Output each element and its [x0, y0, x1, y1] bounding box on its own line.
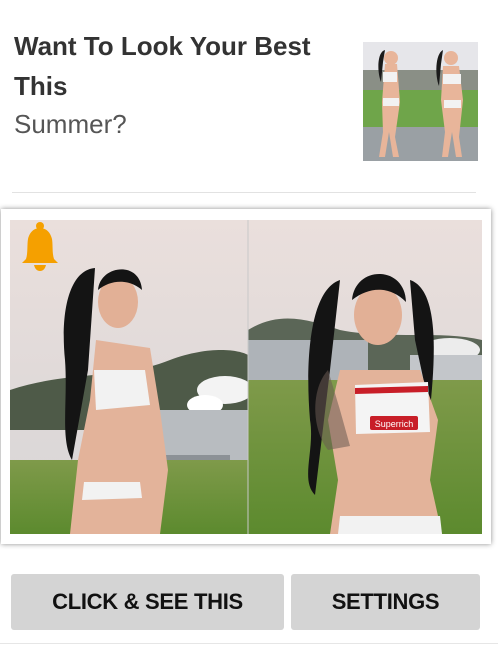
divider	[12, 192, 476, 193]
ad-subheadline[interactable]: Summer?	[14, 104, 344, 144]
ad-header[interactable]: Want To Look Your Best This Summer?	[0, 0, 498, 192]
ad-thumbnail-image[interactable]	[363, 42, 478, 161]
shirt-logo-text: Superrich	[375, 419, 414, 429]
click-and-see-button[interactable]: CLICK & SEE THIS	[11, 574, 284, 630]
ad-headline[interactable]: Want To Look Your Best This	[14, 26, 344, 106]
settings-button[interactable]: SETTINGS	[291, 574, 480, 630]
divider	[0, 643, 498, 644]
ad-main-image[interactable]: Superrich	[10, 220, 482, 534]
bell-icon[interactable]	[18, 221, 62, 271]
